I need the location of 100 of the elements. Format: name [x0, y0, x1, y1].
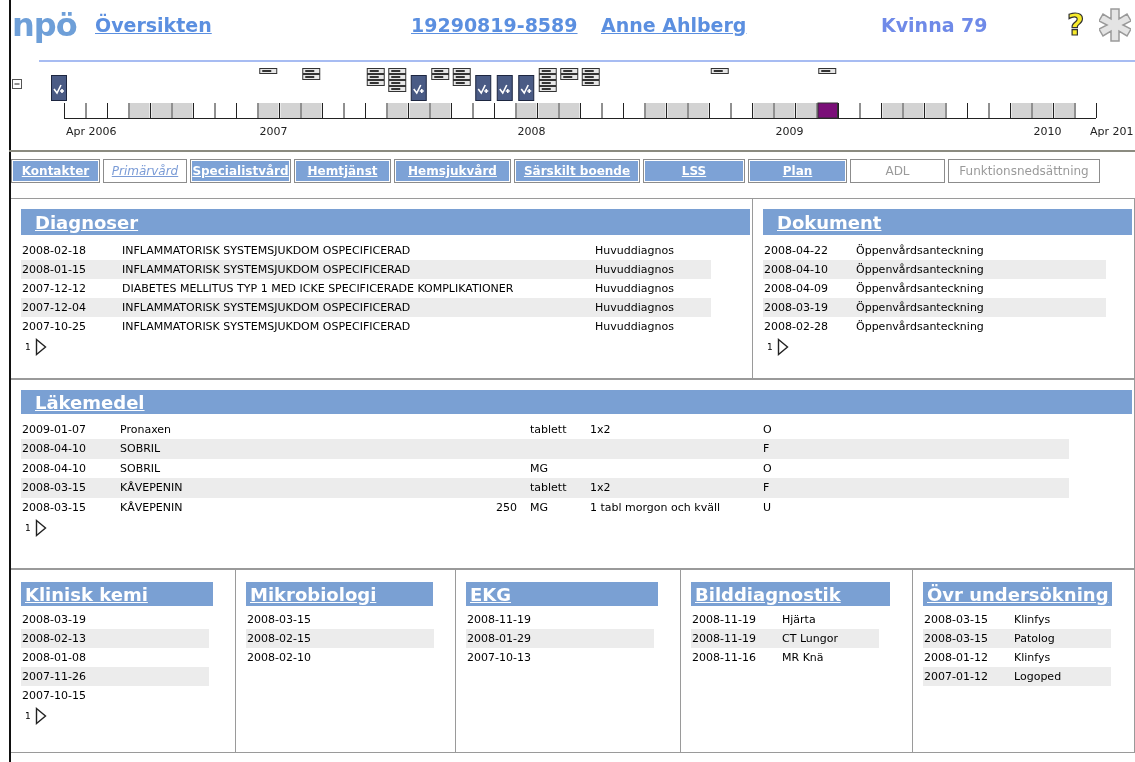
check-icon[interactable] [410, 75, 427, 101]
timeline-cell[interactable] [775, 103, 795, 118]
note-icon[interactable] [366, 80, 385, 86]
note-icon[interactable] [302, 74, 321, 80]
date-cell-text: 2008-11-16 [691, 650, 757, 666]
tab[interactable]: Primärvård [104, 160, 186, 182]
description-cell-text: Patolog [1013, 631, 1056, 647]
note-icon[interactable] [452, 80, 471, 86]
note-icon[interactable] [818, 68, 837, 74]
panel-title[interactable]: Bilddiagnostik [691, 582, 890, 606]
tab[interactable]: Specialistvård [191, 160, 290, 182]
timeline-cell[interactable] [302, 103, 322, 118]
collapse-icon[interactable] [12, 79, 22, 89]
timeline-cell[interactable] [1054, 103, 1074, 118]
current-month-cell[interactable] [817, 102, 838, 119]
note-icon[interactable] [431, 74, 450, 80]
timeline-cell[interactable] [388, 103, 408, 118]
tab[interactable]: LSS [644, 160, 744, 182]
timeline-cell[interactable] [538, 103, 558, 118]
tab[interactable]: Hemtjänst [295, 160, 390, 182]
personal-number-link[interactable]: 19290819-8589 [411, 14, 578, 36]
note-icon[interactable] [366, 68, 385, 74]
timeline-cell[interactable] [173, 103, 193, 118]
note-icon[interactable] [431, 68, 450, 74]
check-icon[interactable] [51, 75, 67, 101]
panel-title[interactable]: EKG [466, 582, 658, 606]
note-icon[interactable] [538, 80, 557, 86]
next-page-icon[interactable] [34, 707, 47, 725]
page-title-link[interactable]: Översikten [95, 14, 212, 36]
timeline-cell[interactable] [280, 103, 300, 118]
check-icon[interactable] [496, 75, 513, 101]
check-icon[interactable] [475, 75, 492, 101]
description-cell-text: MR Knä [781, 650, 825, 666]
page-number: 1 [25, 342, 31, 352]
timeline-cell[interactable] [796, 103, 816, 118]
note-icon[interactable] [560, 74, 579, 80]
timeline-cell[interactable] [409, 103, 429, 118]
tab[interactable]: Hemsjukvård [395, 160, 510, 182]
panel-title[interactable]: Dokument [763, 209, 1132, 235]
timeline-cell[interactable] [151, 103, 171, 118]
description-cell-text: INFLAMMATORISK SYSTEMSJUKDOM OSPECIFICERAD [121, 243, 412, 259]
timeline-cell[interactable] [753, 103, 773, 118]
note-icon[interactable] [388, 74, 407, 80]
timeline-cell[interactable] [560, 103, 580, 118]
tab[interactable]: Plan [749, 160, 846, 182]
date-cell-text: 2008-04-10 [21, 441, 87, 458]
tab[interactable]: Särskilt boende [515, 160, 639, 182]
code-cell-text: O [762, 460, 773, 477]
note-icon[interactable] [388, 86, 407, 92]
note-icon[interactable] [581, 80, 600, 86]
description-cell-text: INFLAMMATORISK SYSTEMSJUKDOM OSPECIFICERAD [121, 319, 412, 335]
note-icon[interactable] [366, 74, 385, 80]
description-cell-text: INFLAMMATORISK SYSTEMSJUKDOM OSPECIFICERAD [121, 262, 412, 278]
timeline-cell[interactable] [259, 103, 279, 118]
timeline-cell[interactable] [689, 103, 709, 118]
note-icon[interactable] [538, 74, 557, 80]
timeline-cell[interactable] [904, 103, 924, 118]
axis-label: 2010 [1033, 125, 1062, 138]
date-cell-text: 2008-02-15 [246, 631, 312, 647]
note-icon[interactable] [302, 68, 321, 74]
date-cell-text: 2007-10-25 [21, 319, 87, 335]
note-icon[interactable] [581, 74, 600, 80]
timeline-cell[interactable] [1033, 103, 1053, 118]
panel-title[interactable]: Läkemedel [21, 390, 1132, 414]
date-cell-text: 2008-03-19 [763, 300, 829, 316]
timeline-cell[interactable] [130, 103, 150, 118]
drug-name-cell-text: Pronaxen [119, 422, 173, 438]
note-icon[interactable] [560, 68, 579, 74]
timeline-cell[interactable] [517, 103, 537, 118]
emblem-icon[interactable] [1099, 8, 1131, 42]
patient-name-link[interactable]: Anne Ahlberg [601, 14, 747, 36]
panel-title[interactable]: Klinisk kemi [21, 582, 213, 606]
note-icon[interactable] [452, 68, 471, 74]
timeline-cell[interactable] [431, 103, 451, 118]
note-icon[interactable] [581, 68, 600, 74]
timeline-cell[interactable] [1011, 103, 1031, 118]
timeline-cell[interactable] [646, 103, 666, 118]
timeline-cell[interactable] [882, 103, 902, 118]
next-page-icon[interactable] [776, 338, 789, 356]
note-icon[interactable] [538, 68, 557, 74]
description-cell-text: Logoped [1013, 669, 1063, 685]
timeline-cell[interactable] [667, 103, 687, 118]
next-page-icon[interactable] [34, 519, 47, 538]
panel-title[interactable]: Övr undersökning [923, 582, 1112, 606]
note-icon[interactable] [452, 74, 471, 80]
gender-age: Kvinna 79 [881, 14, 988, 36]
date-cell-text: 2007-10-13 [466, 650, 532, 666]
check-icon[interactable] [518, 75, 535, 101]
timeline-cell[interactable] [925, 103, 945, 118]
next-page-icon[interactable] [34, 338, 47, 356]
note-icon[interactable] [538, 86, 557, 92]
axis-label: Apr 2006 [66, 125, 117, 138]
panel-title[interactable]: Mikrobiologi [246, 582, 433, 606]
tab[interactable]: Kontakter [12, 160, 99, 182]
note-icon[interactable] [388, 68, 407, 74]
note-icon[interactable] [259, 68, 278, 74]
note-icon[interactable] [710, 68, 729, 74]
description-cell-text: Öppenvårdsanteckning [855, 300, 985, 316]
panel-title[interactable]: Diagnoser [21, 209, 750, 235]
note-icon[interactable] [388, 80, 407, 86]
